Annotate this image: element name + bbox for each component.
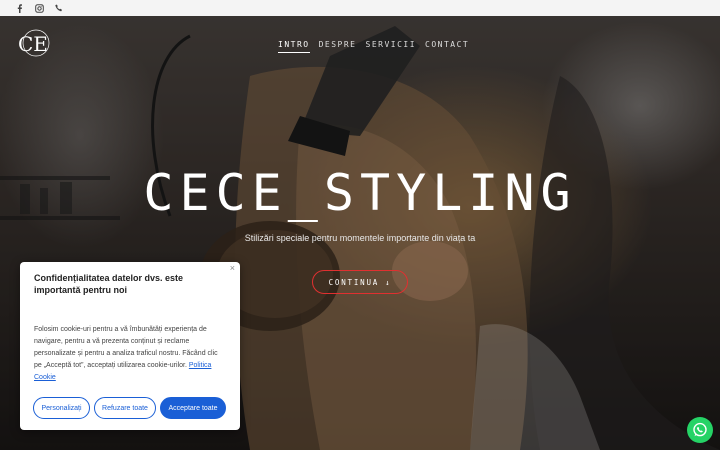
- hero-title: CECE_STYLING: [143, 164, 577, 222]
- nav-item-servicii[interactable]: SERVICII: [366, 40, 417, 53]
- continue-button[interactable]: CONTINUA ↓: [312, 270, 408, 294]
- accept-all-button[interactable]: Acceptare toate: [160, 397, 226, 419]
- customize-button[interactable]: Personalizați: [33, 397, 90, 419]
- close-icon[interactable]: ×: [230, 263, 235, 273]
- nav-item-despre[interactable]: DESPRE: [319, 40, 357, 53]
- logo-mark: CE: [18, 29, 50, 57]
- main-nav: INTRO DESPRE SERVICII CONTACT: [278, 40, 469, 53]
- nav-item-contact[interactable]: CONTACT: [425, 40, 469, 53]
- facebook-icon[interactable]: [14, 3, 24, 13]
- whatsapp-button[interactable]: [687, 417, 713, 443]
- cookie-buttons: Personalizați Refuzare toate Acceptare t…: [33, 397, 226, 419]
- brand-logo[interactable]: CE: [12, 24, 54, 64]
- cookie-heading: Confidențialitatea datelor dvs. este imp…: [34, 273, 184, 295]
- nav-item-intro[interactable]: INTRO: [278, 40, 310, 53]
- logo-text: CE: [18, 32, 48, 56]
- top-bar: [0, 0, 720, 16]
- cookie-body: Folosim cookie-uri pentru a vă îmbunătăț…: [34, 324, 226, 384]
- arrow-down-icon: ↓: [385, 277, 392, 287]
- continue-button-label: CONTINUA: [328, 277, 380, 287]
- whatsapp-icon: [693, 422, 707, 437]
- hero-subtitle: Stilizări speciale pentru momentele impo…: [244, 233, 476, 243]
- reject-all-button[interactable]: Refuzare toate: [94, 397, 156, 419]
- instagram-icon[interactable]: [34, 3, 44, 13]
- cookie-consent-banner: × Confidențialitatea datelor dvs. este i…: [20, 262, 240, 430]
- phone-icon[interactable]: [54, 3, 64, 13]
